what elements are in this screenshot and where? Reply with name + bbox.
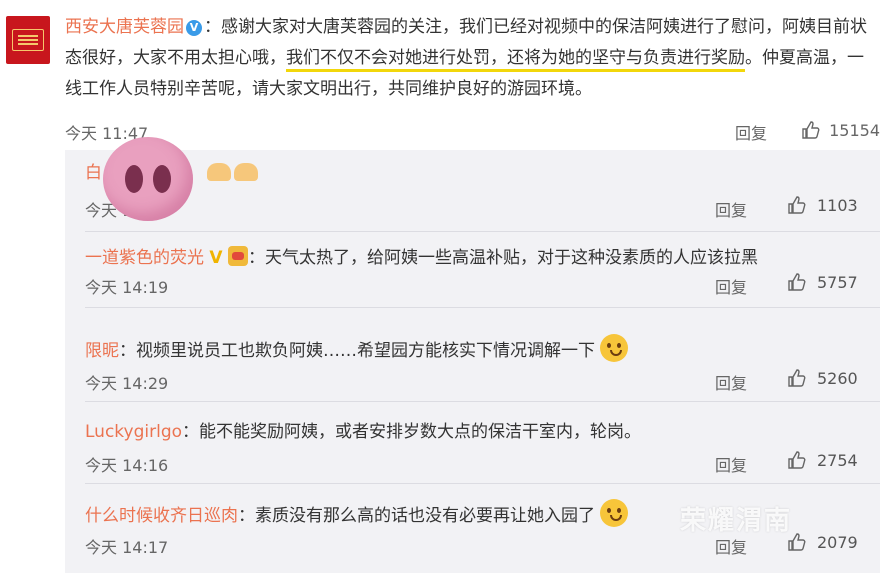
clap-hands-icon	[234, 163, 258, 181]
reply-time: 今天 14:19	[85, 278, 169, 297]
badge-icon	[227, 246, 248, 266]
reply-text: Luckygirlgo：能不能奖励阿姨，或者安排岁数大点的保洁干室内，轮岗。	[85, 417, 641, 442]
thumbs-up-icon	[788, 369, 806, 387]
like-button[interactable]: 2754	[787, 450, 858, 470]
reply-item: 限昵：视频里说员工也欺负阿姨……希望园方能核实下情况调解一下 今天 14:29 …	[65, 321, 880, 403]
like-count: 2079	[817, 532, 858, 552]
reply-time: 今天 14:17	[85, 538, 169, 557]
divider	[85, 231, 880, 232]
thumbs-up-icon	[788, 196, 806, 214]
like-button[interactable]: 1103	[787, 195, 858, 215]
thumbs-up-icon	[788, 451, 806, 469]
reply-time: 今天 14:29	[85, 374, 169, 393]
like-button[interactable]: 15154	[801, 120, 880, 140]
logo-icon	[12, 29, 44, 51]
like-count: 5757	[817, 272, 858, 292]
reply-button[interactable]: 回复	[715, 197, 747, 221]
like-button[interactable]: 5260	[787, 368, 858, 388]
reply-button[interactable]: 回复	[735, 120, 767, 144]
reply-button[interactable]: 回复	[715, 452, 747, 476]
comment-text-highlight: 我们不仅不会对她进行处罚，还将为她的坚守与负责进行奖励	[286, 48, 745, 72]
like-count: 1103	[817, 195, 858, 215]
vip-icon: V	[209, 248, 223, 268]
like-count: 15154	[829, 120, 880, 140]
reply-username[interactable]: 限昵	[85, 341, 119, 361]
reply-button[interactable]: 回复	[715, 274, 747, 298]
avatar[interactable]	[6, 16, 50, 64]
reply-button[interactable]: 回复	[715, 534, 747, 558]
reply-username[interactable]: 白	[85, 163, 102, 183]
reply-text: 一道紫色的荧光 V ：天气太热了，给阿姨一些高温补贴，对于这种没素质的人应该拉黑	[85, 243, 758, 268]
reply-content: ：素质没有那么高的话也没有必要再让她入园了	[238, 506, 595, 526]
like-count: 2754	[817, 450, 858, 470]
divider	[85, 401, 880, 402]
reply-text: 限昵：视频里说员工也欺负阿姨……希望园方能核实下情况调解一下	[85, 334, 629, 362]
thumbs-up-icon	[788, 273, 806, 291]
reply-button[interactable]: 回复	[715, 370, 747, 394]
divider	[85, 307, 880, 308]
watermark: 荣耀渭南	[680, 506, 793, 536]
reply-item: 一道紫色的荧光 V ：天气太热了，给阿姨一些高温补贴，对于这种没素质的人应该拉黑…	[65, 235, 880, 317]
comment-meta: 今天 11:47 回复 15154	[65, 120, 880, 144]
pig-nose-sticker	[103, 137, 193, 221]
main-comment: 西安大唐芙蓉园 V ：感谢大家对大唐芙蓉园的关注，我们已经对视频中的保洁阿姨进行了慰…	[0, 0, 880, 150]
reply-content: ：能不能奖励阿姨，或者安排岁数大点的保洁干室内，轮岗。	[182, 422, 642, 442]
reply-time: 今天 14:16	[85, 456, 169, 475]
pleading-face-icon	[600, 499, 629, 527]
thumbs-up-icon	[802, 121, 820, 139]
like-button[interactable]: 5757	[787, 272, 858, 292]
pleading-face-icon	[600, 334, 629, 362]
reply-item: Luckygirlgo：能不能奖励阿姨，或者安排岁数大点的保洁干室内，轮岗。 今…	[65, 403, 880, 485]
like-count: 5260	[817, 368, 858, 388]
reply-username[interactable]: 一道紫色的荧光	[85, 248, 204, 268]
divider	[85, 483, 880, 484]
reply-text: 什么时候收齐日巡肉：素质没有那么高的话也没有必要再让她入园了	[85, 499, 629, 527]
reply-content: ：天气太热了，给阿姨一些高温补贴，对于这种没素质的人应该拉黑	[247, 248, 758, 268]
verified-icon: V	[186, 20, 202, 36]
comment-body: 西安大唐芙蓉园 V ：感谢大家对大唐芙蓉园的关注，我们已经对视频中的保洁阿姨进行了慰…	[65, 12, 875, 105]
reply-username[interactable]: 什么时候收齐日巡肉	[85, 506, 238, 526]
comment-username[interactable]: 西安大唐芙蓉园	[65, 17, 184, 37]
clap-hands-icon	[207, 163, 231, 181]
colon: ：	[204, 17, 221, 37]
reply-username[interactable]: Luckygirlgo	[85, 422, 182, 442]
like-button[interactable]: 2079	[787, 532, 858, 552]
reply-content: ：视频里说员工也欺负阿姨……希望园方能核实下情况调解一下	[119, 341, 595, 361]
